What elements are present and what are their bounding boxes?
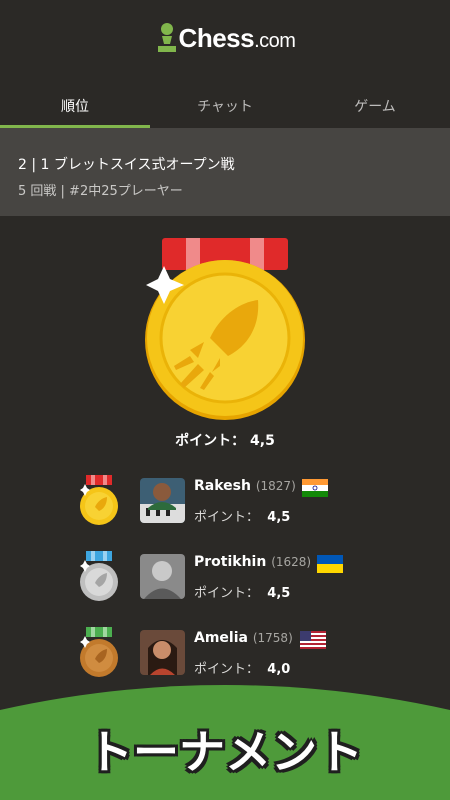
player-name[interactable]: Amelia (1758)	[194, 630, 293, 646]
standings-row[interactable]: Rakesh (1827) ポイント： 4,5	[60, 470, 420, 540]
total-points: ポイント： 4,5	[175, 433, 275, 449]
tournament-info: 2 | 1 ブレットスイス式オープン戦 5 回戦 | #2中25プレーヤー	[0, 128, 450, 216]
app-header: Chess.com	[0, 0, 450, 88]
ukraine-flag-icon	[317, 555, 343, 573]
tournament-subtitle: 5 回戦 | #2中25プレーヤー	[18, 184, 183, 199]
avatar[interactable]	[140, 478, 185, 523]
player-points: ポイント： 4,5	[194, 510, 291, 525]
player-name[interactable]: Protikhin (1628)	[194, 554, 311, 570]
tab-chat[interactable]: チャット	[150, 88, 300, 128]
player-rating: (1758)	[252, 631, 293, 645]
standings-row[interactable]: Protikhin (1628) ポイント： 4,5	[60, 546, 420, 616]
tab-games[interactable]: ゲーム	[300, 88, 450, 128]
gold-medal-icon	[80, 475, 118, 525]
usa-flag-icon	[300, 631, 326, 649]
player-name[interactable]: Rakesh (1827)	[194, 478, 296, 494]
player-rating: (1628)	[271, 555, 312, 569]
silver-medal-icon	[80, 551, 118, 601]
tournament-title: 2 | 1 ブレットスイス式オープン戦	[18, 157, 235, 173]
brand-name: Chess.com	[178, 22, 296, 53]
pawn-icon	[157, 23, 176, 52]
player-points: ポイント： 4,5	[194, 586, 291, 601]
avatar[interactable]	[140, 554, 185, 599]
tab-bar: 順位 チャット ゲーム	[0, 88, 450, 128]
player-rating: (1827)	[255, 479, 296, 493]
gold-medal-icon	[145, 238, 305, 420]
india-flag-icon	[302, 479, 328, 497]
promo-banner-text: トーナメント	[87, 725, 363, 779]
tab-standings[interactable]: 順位	[0, 88, 150, 128]
avatar[interactable]	[140, 630, 185, 675]
chess-logo: Chess.com	[0, 18, 450, 58]
